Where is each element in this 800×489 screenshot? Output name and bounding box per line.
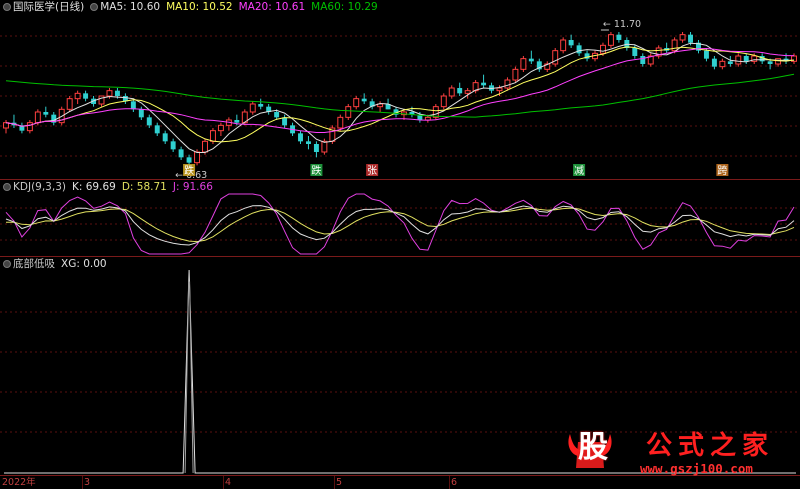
signal-label: 减 [574,165,584,177]
signal-label: 跌 [184,164,194,177]
candle [313,144,319,152]
candle [719,60,726,68]
candle [43,112,49,115]
ma10-line [5,46,795,143]
candle [114,90,120,96]
kdj-d-label: D: 58.71 [121,181,167,193]
xg-settings-icon[interactable] [3,260,11,268]
x-tick-label: 3 [84,477,91,488]
candle [512,68,519,81]
watermark-title: 公式之家 [646,431,775,461]
candle [616,34,622,40]
candle [138,109,144,118]
xg-value-label: XG: 0.00 [61,258,107,270]
candle [496,87,503,92]
candle [767,61,773,64]
signal-label: 跌 [311,164,321,177]
candle [26,122,33,132]
candle [194,151,200,164]
candle [504,79,511,89]
x-tick-label: 4 [225,477,232,488]
candle [361,98,367,102]
kdj-settings-icon[interactable] [3,183,11,191]
watermark-url: www.gszj100.com [640,461,753,476]
candle [186,157,192,163]
ma-settings-icon[interactable] [90,3,99,11]
candle [106,90,113,97]
signal-label: 跨 [717,165,727,177]
candle [424,116,431,121]
candle [154,125,160,134]
watermark-badge-text: 股 [578,430,608,465]
kdj-title: KDJ(9,3,3) [13,181,66,193]
watermark: 股 公式之家 www.gszj100.com [556,428,788,478]
candle [74,92,81,100]
candle [448,87,455,97]
signal-label: 张 [367,165,377,177]
candle [735,55,742,65]
candle [528,58,534,62]
candle [576,45,582,54]
candle [640,56,646,64]
x-tick-label: 6 [451,477,458,488]
candle [234,120,240,123]
candle [298,133,303,142]
candle [520,58,527,70]
candle [607,34,614,46]
ma60-label: MA60: 10.29 [311,1,378,13]
candle [345,106,352,118]
stock-chart: ← 11.70← 6.63跌跌张减跨 [0,19,800,489]
candle [560,39,567,52]
xg-title: 底部低吸 [13,258,55,270]
candle [481,82,487,86]
ma20-line [5,47,794,133]
candle [34,111,41,124]
kdj-k-label: K: 69.69 [71,181,116,193]
candle [688,34,693,43]
candle [703,50,709,59]
candle [711,58,717,67]
candle [178,149,184,158]
panel-menu-icon[interactable] [3,3,11,11]
ma5-label: MA5: 10.60 [100,1,161,13]
xg-panel-header: 底部低吸 XG: 0.00 [0,257,113,271]
candle [440,95,447,108]
candle [743,56,749,62]
main-panel-header: 国际医学(日线) MA5: 10.60 MA10: 10.52 MA20: 10… [0,0,384,14]
x-tick-label: 5 [336,477,343,488]
candle [305,141,311,144]
candle [679,34,686,41]
candle [353,98,360,108]
kdj-j-label: J: 91.66 [172,181,213,193]
main-panel-title: 国际医学(日线) [13,1,85,13]
x-tick-label: 2022年 [2,477,36,488]
candle [130,101,136,110]
candle [249,103,256,113]
candle [600,44,606,54]
candle [170,141,176,150]
candle [568,40,574,46]
ma5-line [5,42,794,153]
candle [66,98,73,110]
candle [162,133,168,142]
candle [632,48,638,56]
candle [282,117,288,126]
candle [83,93,89,99]
candle [457,88,463,94]
candle [217,124,224,132]
candle [258,104,264,107]
ma20-label: MA20: 10.61 [238,1,306,13]
ma10-label: MA10: 10.52 [166,1,233,13]
candle [321,140,328,153]
candle [337,116,344,129]
candle [209,130,216,142]
candle [464,90,471,94]
candle [98,95,105,105]
candle [146,117,152,126]
candle [727,61,733,64]
kdj-panel-header: KDJ(9,3,3) K: 69.69 D: 58.71 J: 91.66 [0,180,219,194]
candle [274,112,280,118]
candle [202,140,208,153]
high-label: ← 11.70 [603,19,641,30]
